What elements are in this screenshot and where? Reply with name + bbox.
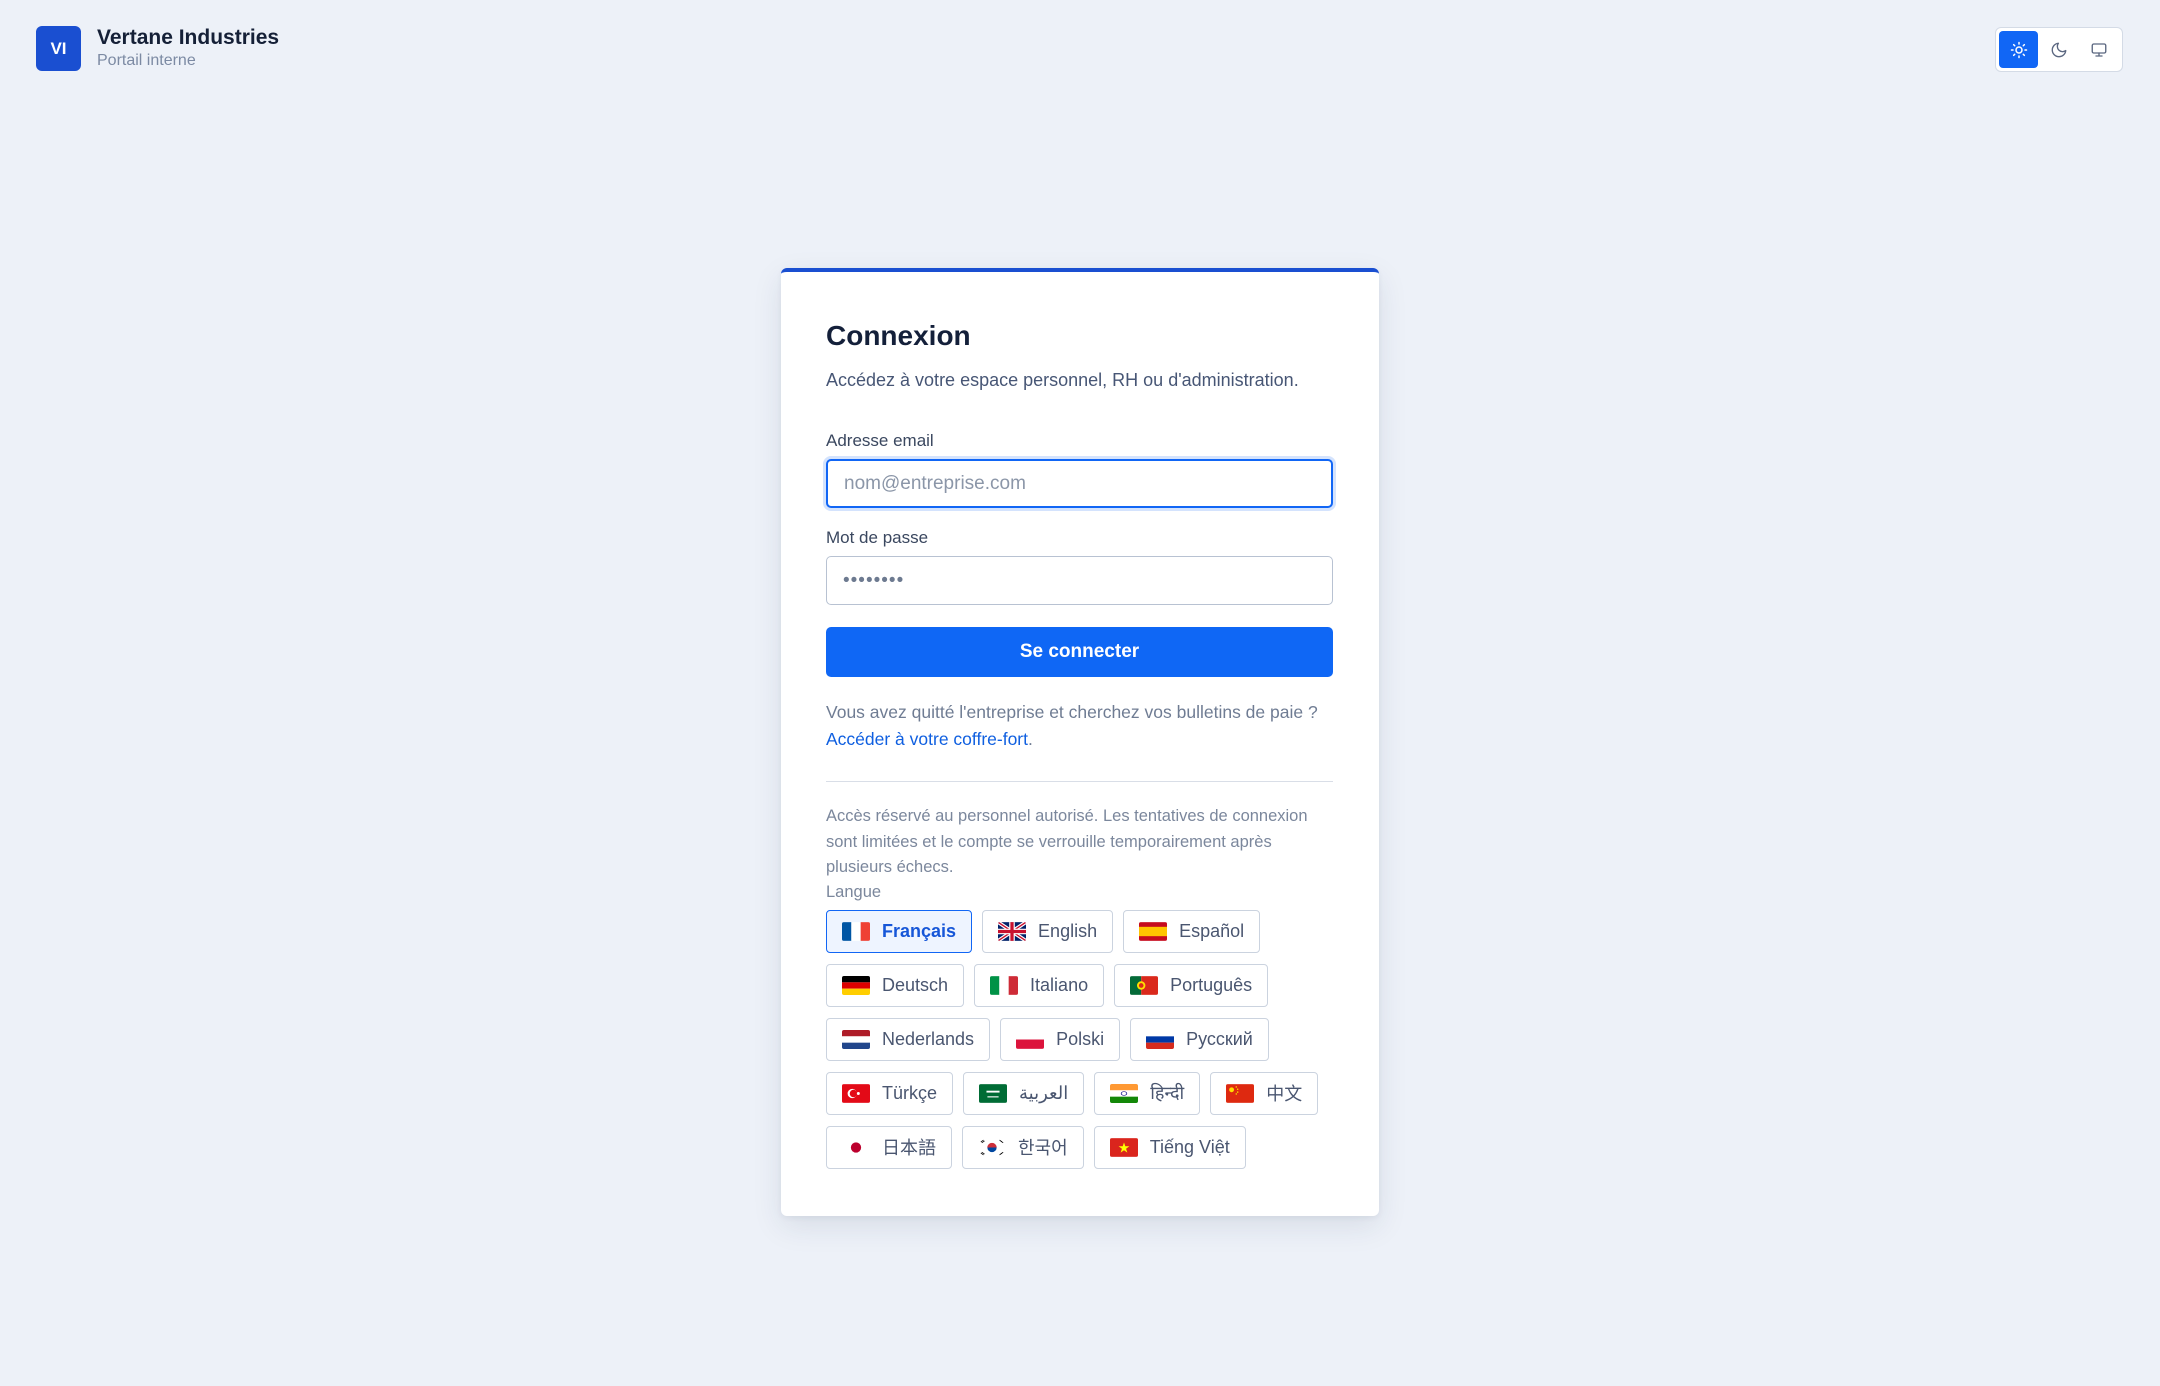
security-notice: Accès réservé au personnel autorisé. Les… [826, 807, 1308, 876]
language-label-de: Deutsch [882, 974, 949, 995]
language-label-ru: Русский [1186, 1028, 1253, 1049]
former-employee-question: Vous avez quitté l'entreprise et cherche… [826, 702, 1318, 722]
theme-light-button[interactable] [1999, 31, 2038, 68]
password-label: Mot de passe [826, 528, 929, 547]
former-employee-text: Vous avez quitté l'entreprise et cherche… [826, 699, 1334, 753]
language-option-ja[interactable]: 日本語 [826, 1125, 952, 1169]
portugal-flag-icon [1130, 975, 1159, 995]
language-option-vi[interactable]: Tiếng Việt [1093, 1125, 1246, 1169]
brand-logo: VI [36, 26, 81, 71]
spain-flag-icon [1139, 921, 1168, 941]
language-label-pt: Português [1170, 974, 1253, 995]
password-value: •••••••• [843, 569, 905, 591]
language-label-hi: हिन्दी [1150, 1083, 1185, 1103]
email-field[interactable] [826, 459, 1333, 508]
theme-system-button[interactable] [2079, 31, 2118, 68]
sun-icon [2010, 41, 2027, 58]
language-option-fr[interactable]: Français [826, 909, 973, 953]
language-option-zh[interactable]: 中文 [1210, 1071, 1319, 1115]
divider [826, 781, 1333, 782]
theme-dark-button[interactable] [2039, 31, 2078, 68]
india-flag-icon [1110, 1083, 1139, 1103]
language-label-nl: Nederlands [882, 1028, 975, 1049]
brand: VI Vertane Industries Portail interne [36, 26, 279, 71]
russia-flag-icon [1146, 1029, 1175, 1049]
language-row: 日本語 한국어 Tiếng Việt [826, 1125, 1346, 1169]
password-field[interactable]: •••••••• [826, 556, 1333, 605]
language-label-fr: Français [882, 920, 957, 941]
language-row: Français English Español [826, 909, 1346, 953]
moon-icon [2051, 42, 2066, 57]
turkey-flag-icon [842, 1083, 870, 1103]
language-option-nl[interactable]: Nederlands [826, 1017, 991, 1061]
china-flag-icon [1226, 1083, 1255, 1103]
monitor-icon [2091, 42, 2106, 57]
language-option-ar[interactable]: العربية [963, 1071, 1085, 1115]
france-flag-icon [842, 921, 870, 941]
saudi-flag-icon [979, 1083, 1008, 1103]
language-option-es[interactable]: Español [1123, 909, 1261, 953]
page-subtitle: Accédez à votre espace personnel, RH ou … [826, 370, 1299, 390]
language-label-ko: 한국어 [1018, 1138, 1068, 1158]
vault-link-suffix: . [1028, 729, 1033, 749]
page-title: Connexion [826, 320, 971, 351]
japan-flag-icon [842, 1137, 870, 1157]
language-option-pt[interactable]: Português [1114, 963, 1269, 1007]
language-label-vi: Tiếng Việt [1149, 1136, 1230, 1157]
language-option-it[interactable]: Italiano [974, 963, 1105, 1007]
language-option-en[interactable]: English [982, 909, 1114, 953]
language-label-en: English [1038, 920, 1098, 941]
poland-flag-icon [1016, 1029, 1045, 1049]
netherlands-flag-icon [842, 1029, 870, 1049]
brand-text: Vertane Industries Portail interne [97, 26, 279, 71]
korea-flag-icon [978, 1137, 1006, 1157]
language-label-ar: العربية [1019, 1082, 1069, 1103]
language-option-ko[interactable]: 한국어 [962, 1125, 1084, 1169]
vietnam-flag-icon [1109, 1137, 1138, 1157]
uk-flag-icon [998, 921, 1027, 941]
language-option-tr[interactable]: Türkçe [826, 1071, 954, 1115]
language-label-es: Español [1179, 920, 1245, 941]
language-label-pl: Polski [1056, 1028, 1105, 1049]
italy-flag-icon [990, 975, 1019, 995]
language-label: Langue [826, 882, 882, 901]
login-card: Connexion Accédez à votre espace personn… [781, 268, 1379, 1216]
vault-link[interactable]: Accéder à votre coffre-fort [826, 729, 1028, 749]
brand-name: Vertane Industries [97, 26, 280, 50]
language-selector: Français English Español Deutsch Italian… [826, 909, 1346, 1169]
language-option-hi[interactable]: हिन्दी [1094, 1071, 1201, 1115]
theme-switcher [1995, 27, 2123, 72]
language-label-ja: 日本語 [882, 1138, 936, 1158]
language-option-pl[interactable]: Polski [1000, 1017, 1121, 1061]
language-row: Türkçe العربية हिन्दी 中文 [826, 1071, 1346, 1115]
language-label-tr: Türkçe [882, 1082, 938, 1103]
language-row: Nederlands Polski Русский [826, 1017, 1346, 1061]
login-button[interactable]: Se connecter [826, 627, 1333, 677]
language-row: Deutsch Italiano Português [826, 963, 1346, 1007]
language-label-it: Italiano [1030, 974, 1089, 995]
brand-subtitle: Portail interne [97, 52, 196, 70]
email-label: Adresse email [826, 431, 934, 450]
language-label-zh: 中文 [1266, 1084, 1303, 1104]
germany-flag-icon [842, 975, 870, 995]
language-option-ru[interactable]: Русский [1130, 1017, 1269, 1061]
language-option-de[interactable]: Deutsch [826, 963, 965, 1007]
